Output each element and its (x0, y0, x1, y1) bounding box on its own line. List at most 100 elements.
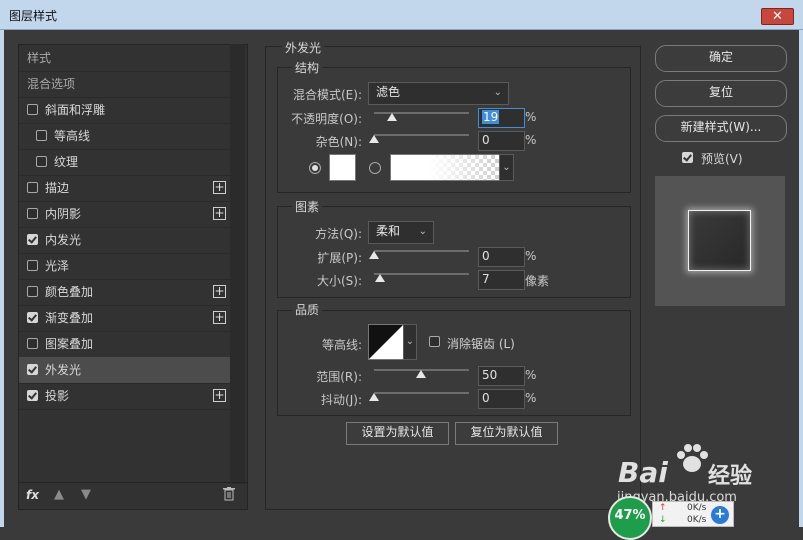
style-item-drop-shadow[interactable]: 投影 + (19, 383, 231, 410)
preview-swatch (688, 210, 751, 271)
new-style-button[interactable]: 新建样式(W)... (655, 115, 787, 142)
style-item-gradient-overlay[interactable]: 渐变叠加 + (19, 305, 231, 332)
style-item-pattern-overlay[interactable]: 图案叠加 (19, 331, 231, 358)
style-item-inner-glow[interactable]: 内发光 (19, 227, 231, 254)
style-item-checkbox[interactable] (36, 130, 47, 141)
jitter-slider-track[interactable] (374, 392, 469, 394)
blending-options[interactable]: 混合选项 (19, 71, 231, 98)
style-item-checkbox[interactable] (27, 234, 38, 245)
cpu-meter: 47% (608, 496, 652, 540)
up-arrow-icon: ↑ (659, 503, 667, 513)
contour-chevron-icon[interactable]: ⌄ (403, 324, 417, 360)
watermark-cn: 经验 (708, 464, 753, 489)
title-bar (0, 0, 803, 30)
spread-slider-track[interactable] (374, 250, 469, 252)
size-slider-knob[interactable] (375, 274, 385, 282)
antialias-checkbox[interactable] (429, 336, 440, 347)
style-item-label: 颜色叠加 (45, 285, 94, 299)
contour-preview[interactable] (368, 324, 404, 360)
size-slider-track[interactable] (374, 273, 469, 275)
styles-header-label: 样式 (27, 51, 52, 65)
ok-button[interactable]: 确定 (655, 45, 787, 72)
fx-button[interactable]: fx (26, 488, 39, 502)
move-up-icon[interactable]: ▲ (54, 487, 64, 502)
trash-icon[interactable] (223, 487, 235, 504)
style-item-label: 内发光 (45, 233, 82, 247)
reset-default-button[interactable]: 复位为默认值 (455, 422, 558, 445)
jitter-input[interactable]: 0 (478, 389, 525, 409)
style-item-checkbox[interactable] (27, 286, 38, 297)
style-item-label: 纹理 (54, 155, 79, 169)
add-effect-icon[interactable]: + (213, 389, 226, 402)
noise-slider-knob[interactable] (369, 135, 379, 143)
range-slider-knob[interactable] (416, 370, 426, 378)
make-default-button[interactable]: 设置为默认值 (346, 422, 449, 445)
style-item-outer-glow[interactable]: 外发光 (19, 357, 231, 384)
style-item-texture[interactable]: 纹理 (19, 149, 231, 176)
style-item-stroke[interactable]: 描边 + (19, 175, 231, 202)
style-item-checkbox[interactable] (27, 390, 38, 401)
style-item-checkbox[interactable] (27, 312, 38, 323)
noise-slider-track[interactable] (374, 134, 469, 136)
watermark-brand: Bai (618, 456, 668, 489)
add-effect-icon[interactable]: + (213, 285, 226, 298)
style-item-color-overlay[interactable]: 颜色叠加 + (19, 279, 231, 306)
net-down: 0K/s (687, 515, 707, 525)
method-value: 柔和 (376, 224, 401, 238)
style-item-label: 等高线 (54, 129, 91, 143)
add-effect-icon[interactable]: + (213, 207, 226, 220)
move-down-icon[interactable]: ▼ (81, 487, 91, 502)
style-item-checkbox[interactable] (27, 364, 38, 375)
preview-label: 预览(V) (701, 152, 743, 166)
reset-button[interactable]: 复位 (655, 80, 787, 107)
blend-mode-label: 混合模式(E): (293, 88, 362, 102)
preview-checkbox[interactable] (682, 152, 693, 163)
chevron-down-icon: ⌄ (493, 87, 502, 98)
contour-label: 等高线: (321, 338, 362, 352)
add-effect-icon[interactable]: + (213, 181, 226, 194)
opacity-input[interactable]: 19 (478, 108, 525, 128)
styles-scrollbar[interactable] (230, 44, 245, 484)
size-unit: 像素 (525, 274, 550, 288)
gradient-dropdown-chevron-icon[interactable]: ⌄ (499, 154, 514, 181)
size-input[interactable]: 7 (478, 270, 525, 290)
style-item-checkbox[interactable] (36, 156, 47, 167)
spread-unit: % (525, 249, 537, 263)
add-effect-icon[interactable]: + (213, 311, 226, 324)
style-item-checkbox[interactable] (27, 338, 38, 349)
opacity-unit: % (525, 110, 537, 124)
net-speed-widget: ↑ 0K/s ↓ 0K/s + (652, 501, 734, 527)
close-button[interactable]: ✕ (761, 8, 794, 25)
range-label: 范围(R): (316, 370, 362, 384)
add-icon[interactable]: + (711, 506, 729, 524)
paw-icon (672, 438, 712, 478)
style-item-contour[interactable]: 等高线 (19, 123, 231, 150)
style-item-checkbox[interactable] (27, 104, 38, 115)
style-item-checkbox[interactable] (27, 260, 38, 271)
range-input[interactable]: 50 (478, 366, 525, 386)
opacity-slider-knob[interactable] (387, 113, 398, 121)
solid-color-radio[interactable] (309, 162, 321, 174)
styles-header[interactable]: 样式 (19, 45, 231, 72)
blending-options-label: 混合选项 (27, 77, 76, 91)
style-item-inner-shadow[interactable]: 内阴影 + (19, 201, 231, 228)
spread-slider-knob[interactable] (369, 251, 379, 259)
jitter-unit: % (525, 391, 537, 405)
style-item-checkbox[interactable] (27, 182, 38, 193)
down-arrow-icon: ↓ (659, 515, 667, 525)
style-item-checkbox[interactable] (27, 208, 38, 219)
jitter-slider-knob[interactable] (369, 393, 379, 401)
range-unit: % (525, 368, 537, 382)
blend-mode-select[interactable]: 滤色 ⌄ (368, 82, 509, 105)
style-item-satin[interactable]: 光泽 (19, 253, 231, 280)
glow-color-swatch[interactable] (329, 154, 356, 181)
blend-mode-value: 滤色 (376, 85, 401, 99)
gradient-radio[interactable] (369, 162, 381, 174)
method-select[interactable]: 柔和 ⌄ (368, 221, 434, 244)
spread-input[interactable]: 0 (478, 247, 525, 267)
style-item-label: 描边 (45, 181, 70, 195)
noise-input[interactable]: 0 (478, 131, 525, 151)
style-item-bevel-emboss[interactable]: 斜面和浮雕 (19, 97, 231, 124)
antialias-label: 消除锯齿 (L) (447, 337, 515, 351)
gradient-swatch[interactable] (390, 154, 500, 181)
